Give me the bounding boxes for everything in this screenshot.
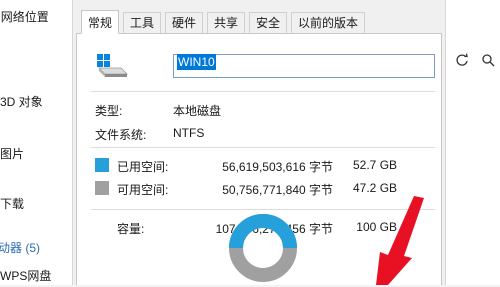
tab-hardware[interactable]: 硬件 — [165, 12, 204, 33]
nav-item-3d-objects[interactable]: 3D 对象 — [0, 93, 43, 110]
free-space-size: 47.2 GB — [353, 181, 398, 195]
tab-sharing[interactable]: 共享 — [207, 12, 246, 33]
tab-tools[interactable]: 工具 — [123, 12, 162, 33]
right-toolbar — [444, 44, 500, 80]
type-value: 本地磁盘 — [173, 104, 222, 118]
tab-previous-versions[interactable]: 以前的版本 — [291, 12, 366, 33]
nav-item-pictures[interactable]: 图片 — [0, 145, 24, 162]
view-icon[interactable] — [478, 50, 498, 70]
used-space-size: 52.7 GB — [353, 158, 398, 172]
refresh-icon[interactable] — [452, 50, 472, 70]
drive-name-input[interactable]: WIN10 — [173, 54, 435, 78]
type-label: 类型: — [95, 104, 123, 118]
capacity-label: 容量: — [117, 222, 145, 236]
capacity-size: 100 GB — [356, 220, 397, 234]
free-space-label: 可用空间: — [117, 183, 169, 197]
drive-properties-dialog: 常规 工具 硬件 共享 安全 以前的版本 WIN10 类型: 本地磁盘 文件系统… — [72, 0, 446, 285]
nav-item-downloads[interactable]: 下载 — [0, 195, 24, 212]
network-location-label: 网络位置 — [0, 10, 49, 24]
windows-drive-icon — [95, 52, 129, 78]
separator-2 — [91, 147, 435, 148]
navigation-pane: 3D 对象 图片 下载 动器 (5) WPS网盘 — [0, 36, 72, 285]
tab-general[interactable]: 常规 — [81, 10, 120, 34]
donut-used-segment — [229, 214, 297, 249]
free-space-bytes: 50,756,771,840 字节 — [222, 183, 333, 197]
nav-item-drives[interactable]: 动器 (5) — [0, 239, 40, 256]
drive-name-value: WIN10 — [177, 54, 216, 70]
tab-strip: 常规 工具 硬件 共享 安全 以前的版本 — [73, 10, 445, 34]
used-space-swatch — [95, 158, 109, 172]
used-space-bytes: 56,619,503,616 字节 — [222, 160, 333, 174]
disk-usage-donut — [223, 204, 303, 284]
filesystem-value: NTFS — [173, 126, 205, 140]
nav-item-wps-drive[interactable]: WPS网盘 — [0, 267, 51, 284]
free-space-swatch — [95, 181, 109, 195]
tab-security[interactable]: 安全 — [249, 12, 288, 33]
separator-1 — [91, 91, 435, 92]
network-location-item[interactable]: \ 网络位置 — [0, 8, 49, 25]
filesystem-label: 文件系统: — [95, 128, 147, 142]
used-space-label: 已用空间: — [117, 160, 169, 174]
